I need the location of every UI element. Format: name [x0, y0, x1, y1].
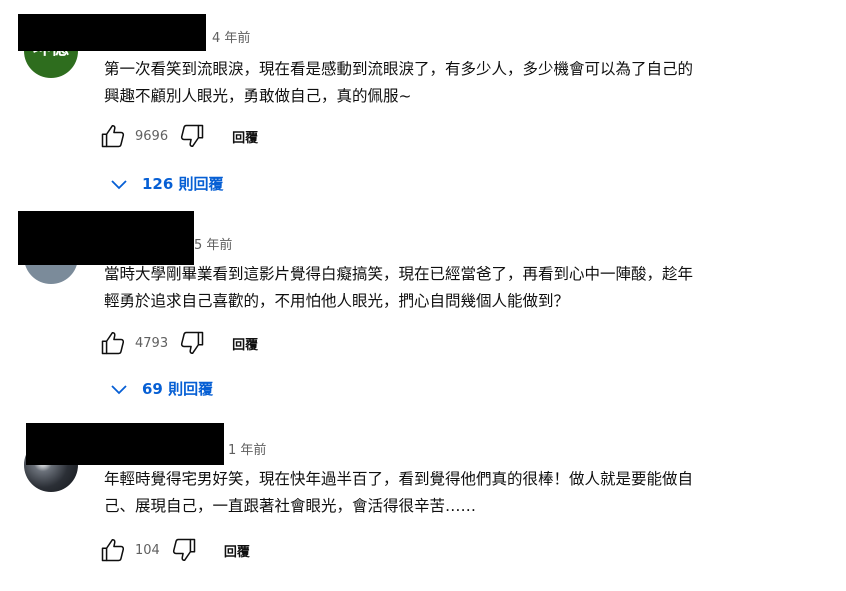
comment-text-line: 當時大學剛畢業看到這影片覺得白癡搞笑，現在已經當爸了，再看到心中一陣酸，趁年	[104, 265, 694, 283]
thumb-down-icon	[181, 124, 204, 148]
like-button[interactable]	[99, 329, 127, 357]
chevron-down-icon	[111, 384, 127, 394]
comment-text: 年輕時覺得宅男好笑，現在快年過半百了，看到覺得他們真的很棒！做人就是要能做自 己…	[104, 466, 693, 520]
like-button[interactable]	[99, 122, 127, 150]
comment-text-line: 興趣不顧別人眼光，勇敢做自己，真的佩服~	[104, 87, 412, 105]
like-count: 4793	[135, 335, 169, 351]
comment-thread-3: 1 年前 年輕時覺得宅男好笑，現在快年過半百了，看到覺得他們真的很棒！做人就是要…	[0, 410, 846, 591]
comment-text-line: 年輕時覺得宅男好笑，現在快年過半百了，看到覺得他們真的很棒！做人就是要能做自	[104, 470, 694, 488]
comment-timestamp[interactable]: 4 年前	[212, 27, 250, 46]
replies-count-label: 69 則回覆	[142, 380, 214, 398]
view-replies-button[interactable]: 126 則回覆	[110, 173, 224, 194]
dislike-button[interactable]	[170, 536, 198, 564]
redacted-username	[18, 211, 194, 265]
like-count: 9696	[135, 128, 169, 144]
view-replies-button[interactable]: 69 則回覆	[110, 378, 213, 399]
reply-button[interactable]: 回覆	[232, 334, 258, 353]
reply-button[interactable]: 回覆	[232, 127, 258, 146]
comment-timestamp[interactable]: 1 年前	[228, 439, 266, 458]
redacted-username	[26, 423, 224, 465]
comment-text: 第一次看笑到流眼淚，現在看是感動到流眼淚了，有多少人，多少機會可以為了自己的 興…	[104, 56, 693, 110]
comment-text-line: 第一次看笑到流眼淚，現在看是感動到流眼淚了，有多少人，多少機會可以為了自己的	[104, 60, 694, 78]
like-count: 104	[135, 542, 160, 558]
comment-text: 當時大學剛畢業看到這影片覺得白癡搞笑，現在已經當爸了，再看到心中一陣酸，趁年 輕…	[104, 261, 693, 315]
comment-text-line: 己、展現自己，一直跟著社會眼光，會活得很辛苦……	[104, 497, 477, 515]
thumb-down-icon	[181, 331, 204, 355]
chevron-down-icon	[111, 179, 127, 189]
comment-actions: 9696 回覆	[99, 122, 258, 150]
comment-timestamp[interactable]: 5 年前	[194, 234, 232, 253]
comment-actions: 104 回覆	[99, 536, 250, 564]
like-button[interactable]	[99, 536, 127, 564]
comment-text-line: 輕勇於追求自己喜歡的，不用怕他人眼光，捫心自問幾個人能做到？	[104, 292, 570, 310]
thumb-up-icon	[101, 331, 125, 355]
redacted-username	[18, 14, 206, 51]
reply-button[interactable]: 回覆	[224, 541, 250, 560]
comment-thread-2: 森 5 年前 當時大學剛畢業看到這影片覺得白癡搞笑，現在已經當爸了，再看到心中一…	[0, 205, 846, 410]
thumb-up-icon	[101, 124, 125, 148]
replies-count-label: 126 則回覆	[142, 175, 224, 193]
comment-actions: 4793 回覆	[99, 329, 258, 357]
dislike-button[interactable]	[178, 122, 206, 150]
dislike-button[interactable]	[178, 329, 206, 357]
comment-thread-1: 坤憶 4 年前 第一次看笑到流眼淚，現在看是感動到流眼淚了，有多少人，多少機會可…	[0, 0, 846, 205]
thumb-up-icon	[101, 538, 125, 562]
thumb-down-icon	[172, 538, 196, 562]
